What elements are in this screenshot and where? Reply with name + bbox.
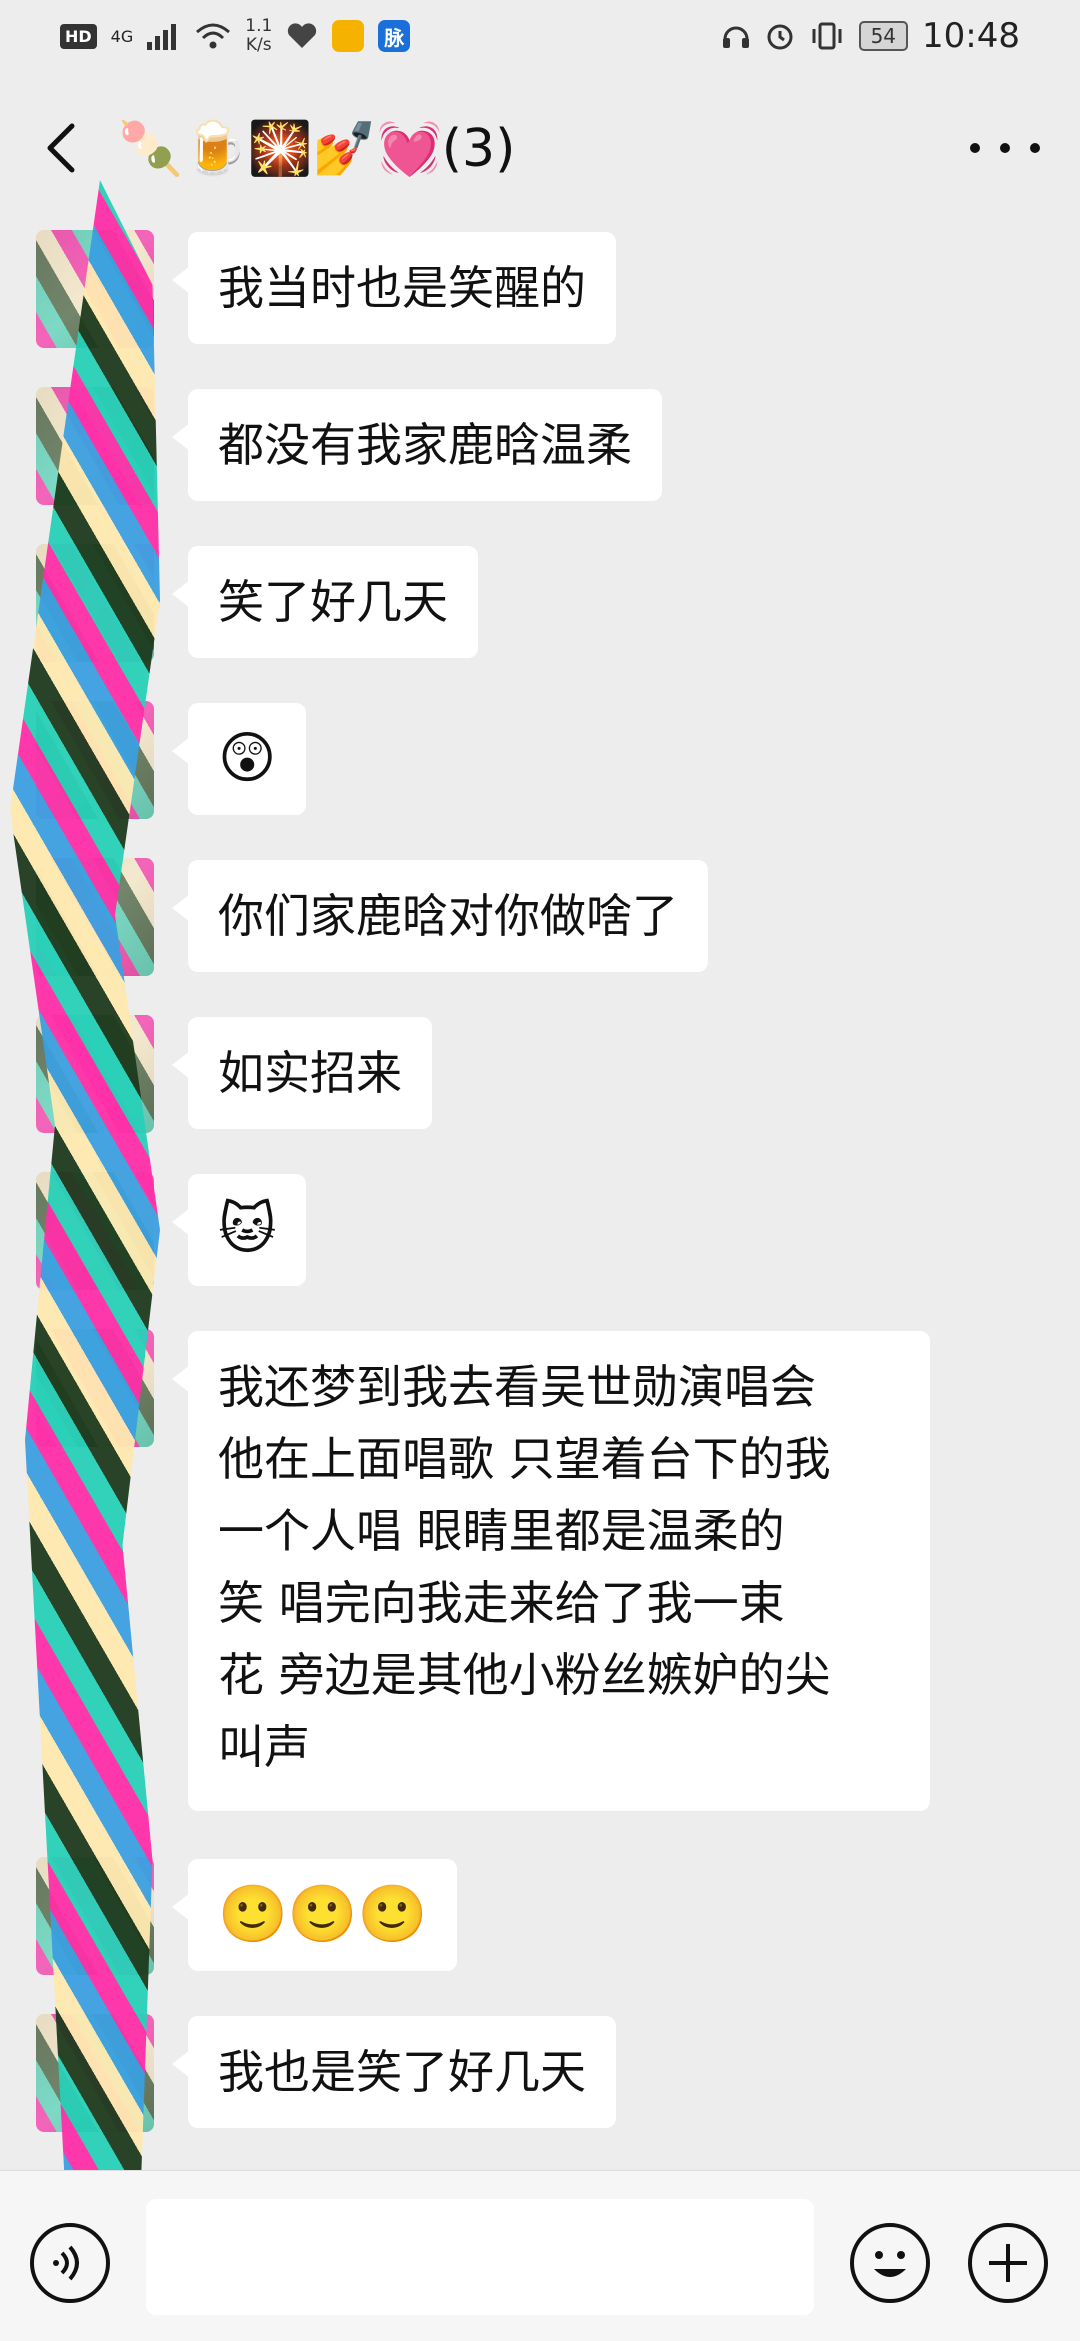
chat-header: 🍡🍺🎇💅💓(3): [0, 100, 1080, 196]
status-left: HD 4G 1.1 K/s 脉: [60, 17, 411, 55]
wifi-icon: [196, 23, 231, 49]
emoji-bubble[interactable]: 😲: [171, 703, 307, 815]
emoji-button[interactable]: [850, 2223, 930, 2303]
message-bubble[interactable]: 笑了好几天: [172, 546, 478, 658]
message-bubble[interactable]: 如实招来: [172, 1017, 432, 1129]
message-bubble[interactable]: 都没有我家鹿晗温柔: [172, 389, 662, 501]
headphones-icon: [722, 26, 749, 48]
pulse-app-icon: 脉: [378, 20, 411, 52]
voice-input-button[interactable]: [30, 2223, 110, 2303]
voice-icon: [53, 2245, 79, 2281]
hd-indicator: HD: [60, 23, 97, 49]
plus-icon: [989, 2244, 1027, 2282]
more-dot-icon: [1000, 143, 1010, 153]
more-options-button[interactable]: [970, 136, 1040, 160]
vibrate-icon: [812, 22, 842, 50]
more-functions-button[interactable]: [968, 2223, 1048, 2303]
emoji-bubble[interactable]: 🙂🙂🙂: [171, 1859, 458, 1971]
network-type: 4G: [110, 26, 134, 46]
chat-title: 🍡🍺🎇💅💓(3): [118, 119, 516, 179]
more-dot-icon: [970, 143, 980, 153]
speed-unit: K/s: [245, 35, 272, 55]
message-bubble[interactable]: 你们家鹿晗对你做啥了: [172, 860, 708, 972]
clock: 10:48: [922, 16, 1020, 56]
status-right: 54 10:48: [721, 16, 1020, 56]
emoji-bubble[interactable]: 🐱: [171, 1174, 307, 1286]
message-input[interactable]: [146, 2199, 814, 2315]
notification-app-icon: [332, 20, 365, 52]
message-list[interactable]: 我当时也是笑醒的 都没有我家鹿晗温柔 笑了好几天 😲 你们家鹿晗对你做啥了 如实…: [0, 200, 1080, 2170]
message-bubble[interactable]: 我还梦到我去看吴世勋演唱会 他在上面唱歌 只望着台下的我 一个人唱 眼睛里都是温…: [172, 1331, 930, 1811]
smiley-icon: [874, 2251, 906, 2277]
network-speed: 1.1 K/s: [245, 17, 272, 55]
health-heart-icon: [288, 23, 317, 48]
alarm-icon: [767, 24, 793, 50]
input-bar: [0, 2170, 1080, 2341]
message-bubble[interactable]: 我当时也是笑醒的: [172, 232, 616, 344]
status-bar: HD 4G 1.1 K/s 脉 54 10:48: [0, 0, 1080, 72]
message-bubble[interactable]: 我也是笑了好几天: [172, 2016, 616, 2128]
battery-indicator: 54: [858, 21, 909, 51]
back-arrow-icon[interactable]: [40, 122, 86, 174]
more-dot-icon: [1030, 143, 1040, 153]
signal-icon: [147, 24, 177, 50]
speed-value: 1.1: [245, 16, 273, 36]
